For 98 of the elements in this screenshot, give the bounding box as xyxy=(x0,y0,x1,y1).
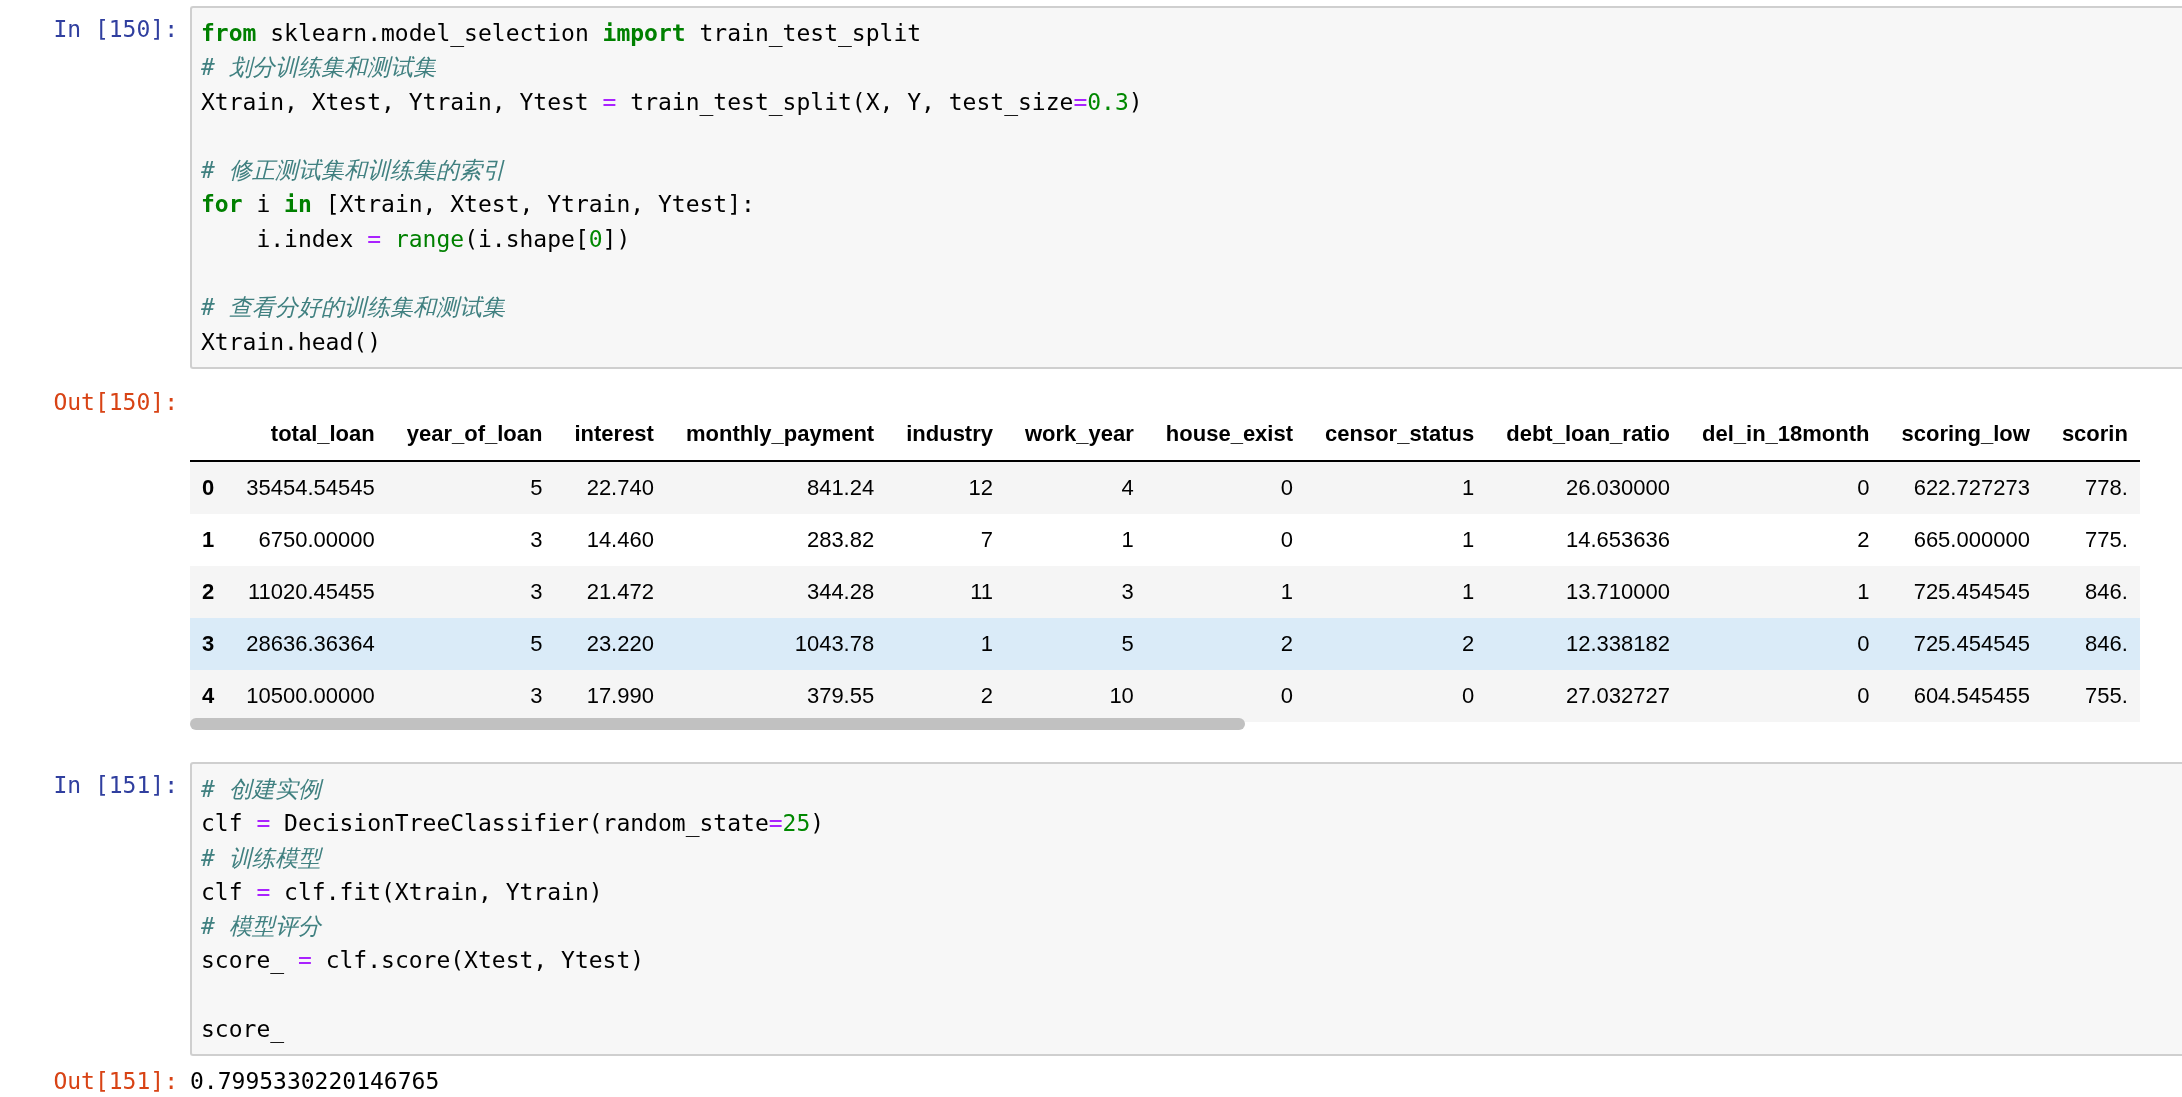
table-cell: 2 xyxy=(1145,617,1306,670)
code-line: # 修正测试集和训练集的索引 xyxy=(201,156,505,186)
table-cell: 4 xyxy=(1005,460,1146,514)
code-line: Xtrain.head() xyxy=(201,327,381,357)
table-cell: 23.220 xyxy=(554,617,666,670)
table-cell: 775. xyxy=(2041,513,2140,566)
table-cell: 3 xyxy=(386,565,555,618)
row-index: 1 xyxy=(190,513,227,566)
column-header: debt_loan_ratio xyxy=(1486,414,1683,461)
table-cell: 622.727273 xyxy=(1881,460,2042,514)
code-line: Xtrain, Xtest, Ytrain, Ytest = train_test_split(X, Y, test_size=0.3) xyxy=(201,87,1143,118)
column-header: interest xyxy=(554,414,666,461)
table-cell: 0 xyxy=(1145,460,1306,514)
code-line: # 划分训练集和测试集 xyxy=(201,53,436,83)
table-cell: 17.990 xyxy=(554,669,666,722)
table-cell: 27.032727 xyxy=(1486,669,1683,722)
table-cell: 0 xyxy=(1145,669,1306,722)
table-cell: 0 xyxy=(1682,669,1882,722)
table-cell: 1 xyxy=(1305,460,1487,514)
table-cell: 12 xyxy=(886,460,1005,514)
table-cell: 1 xyxy=(1305,565,1487,618)
table-cell: 12.338182 xyxy=(1486,617,1683,670)
output-prompt: Out[151]: xyxy=(52,1068,179,1095)
code-editor[interactable] xyxy=(190,6,2182,369)
column-header: scorin xyxy=(2041,414,2140,461)
code-line: # 训练模型 xyxy=(201,843,321,873)
table-cell: 344.28 xyxy=(665,565,887,618)
table-cell: 2 xyxy=(1682,513,1882,566)
table-cell: 778. xyxy=(2041,460,2140,514)
output-text: 0.7995330220146765 xyxy=(190,1068,440,1095)
column-header: monthly_payment xyxy=(665,414,887,461)
code-editor[interactable]: # 创建实例 clf = DecisionTreeClassifier(random_state=25) # 训练模型 clf = clf.fit(Xtrain, Ytrain) # 模型评分 score_ = clf.score(Xtest, Ytest) score_ xyxy=(190,761,2182,1057)
table-cell: 28636.36364 xyxy=(226,617,387,670)
table-cell: 283.82 xyxy=(665,513,887,566)
input-prompt: In [151]: xyxy=(52,770,179,798)
column-header: year_of_loan xyxy=(386,414,555,461)
table-cell: 2 xyxy=(886,669,1005,722)
table-cell: 1 xyxy=(886,617,1005,670)
code-line: for i in [Xtrain, Xtest, Ytrain, Ytest]: xyxy=(201,190,755,220)
code-line: i.index = range(i.shape[0]) xyxy=(255,224,631,254)
table-cell: 7 xyxy=(886,513,1005,566)
table-cell: 1 xyxy=(1305,513,1487,566)
table-cell: 5 xyxy=(386,617,555,670)
column-header: del_in_18month xyxy=(1682,414,1882,461)
table-cell: 1 xyxy=(1682,565,1882,618)
column-header: work_year xyxy=(1005,414,1146,461)
code-line: from sklearn.model_selection import train_test_split xyxy=(201,19,922,49)
column-header: scoring_low xyxy=(1881,414,2042,461)
table-cell: 0 xyxy=(1145,513,1306,566)
table-cell: 725.454545 xyxy=(1881,617,2042,670)
table-cell: 846. xyxy=(2041,617,2140,670)
table-cell: 11 xyxy=(886,565,1005,618)
table-cell: 379.55 xyxy=(665,669,887,722)
output-prompt: Out[150]: xyxy=(52,388,179,415)
table-cell: 3 xyxy=(386,513,555,566)
table-cell: 0 xyxy=(1682,460,1882,514)
code-line: score_ xyxy=(201,1015,285,1045)
code-line: clf = clf.fit(Xtrain, Ytrain) xyxy=(201,877,603,907)
row-index: 4 xyxy=(190,669,227,722)
table-cell: 6750.00000 xyxy=(226,513,387,566)
table-cell: 1043.78 xyxy=(665,617,887,670)
table-cell: 13.710000 xyxy=(1486,565,1683,618)
column-header: censor_status xyxy=(1305,414,1487,461)
table-cell: 21.472 xyxy=(554,565,666,618)
table-cell: 35454.54545 xyxy=(226,460,387,514)
table-cell: 755. xyxy=(2041,669,2140,722)
table-cell: 26.030000 xyxy=(1486,460,1683,514)
code-line: # 查看分好的训练集和测试集 xyxy=(201,293,505,323)
table-cell: 0 xyxy=(1305,669,1487,722)
column-header: house_exist xyxy=(1145,414,1306,461)
code-line: score_ = clf.score(Xtest, Ytest) xyxy=(201,946,645,976)
table-cell: 14.653636 xyxy=(1486,513,1683,566)
table-cell: 1 xyxy=(1145,565,1306,618)
table-cell: 665.000000 xyxy=(1881,513,2042,566)
table-cell: 10500.00000 xyxy=(226,669,387,722)
table-cell: 0 xyxy=(1682,617,1882,670)
code-line: clf = DecisionTreeClassifier(random_state=25) xyxy=(201,809,825,839)
input-prompt: In [150]: xyxy=(52,15,179,42)
table-cell: 846. xyxy=(2041,565,2140,618)
table-cell: 14.460 xyxy=(554,513,666,566)
table-cell: 841.24 xyxy=(665,460,887,514)
row-index: 2 xyxy=(190,565,227,618)
column-header: industry xyxy=(886,414,1005,461)
table-cell: 10 xyxy=(1005,669,1146,722)
table-cell: 5 xyxy=(386,460,555,514)
code-line: # 模型评分 xyxy=(201,912,321,942)
row-index: 0 xyxy=(190,460,227,514)
table-cell: 2 xyxy=(1305,617,1487,670)
table-cell: 725.454545 xyxy=(1881,565,2042,618)
table-cell: 5 xyxy=(1005,617,1146,670)
row-index: 3 xyxy=(190,617,227,670)
table-cell: 1 xyxy=(1005,513,1146,566)
table-cell: 3 xyxy=(1005,565,1146,618)
table-cell: 3 xyxy=(386,669,555,722)
table-cell: 11020.45455 xyxy=(226,565,387,618)
table-cell: 22.740 xyxy=(554,460,666,514)
table-cell: 604.545455 xyxy=(1881,669,2042,722)
column-header: total_loan xyxy=(226,414,387,461)
